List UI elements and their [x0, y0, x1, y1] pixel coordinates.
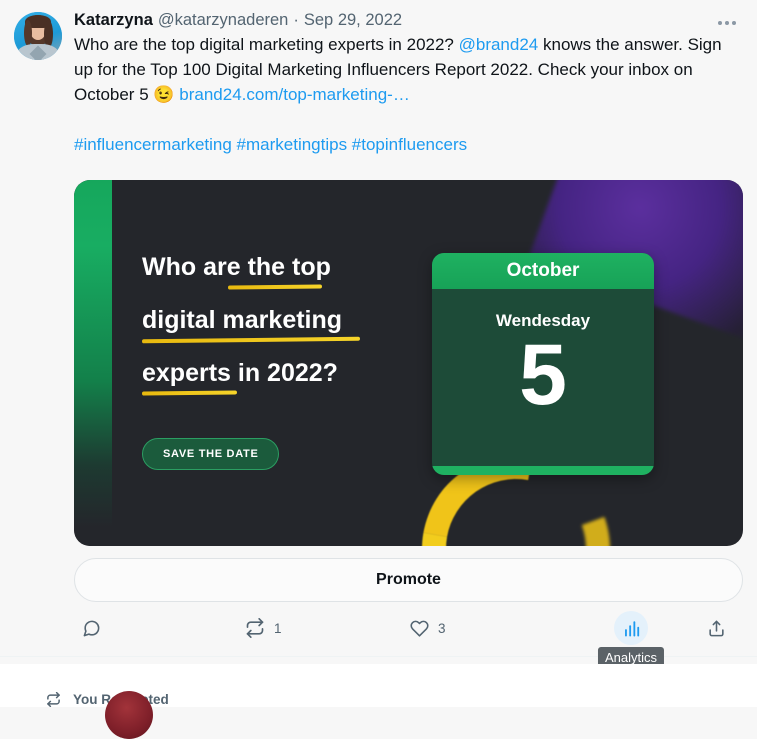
analytics-button[interactable]: Analytics — [566, 611, 696, 669]
heart-icon — [402, 611, 436, 645]
mention-link-brand24[interactable]: @brand24 — [459, 35, 539, 54]
headline-line-1: Who are the top — [142, 253, 331, 290]
like-button[interactable]: 3 — [402, 611, 566, 645]
calendar-day-number: 5 — [519, 327, 567, 423]
calendar-footer-bar — [432, 466, 654, 475]
calendar-month: October — [432, 253, 654, 289]
tweet-text: Who are the top digital marketing expert… — [74, 32, 743, 107]
promote-button[interactable]: Promote — [74, 558, 743, 602]
headline-line-3: experts in 2022? — [141, 359, 338, 396]
headline-underline-2 — [141, 336, 361, 344]
retweet-count: 1 — [274, 620, 282, 636]
tweet-header: Katarzyna @katarzynaderen · Sep 29, 2022 — [74, 10, 743, 31]
headline-line-3-text: experts in 2022? — [142, 359, 338, 387]
headline-line-1-text: Who are the top — [142, 253, 331, 281]
share-icon — [699, 611, 733, 645]
author-name[interactable]: Katarzyna — [74, 10, 153, 31]
headline-underline-3 — [141, 390, 238, 396]
headline-underline-1 — [227, 284, 323, 290]
dot-2 — [725, 21, 729, 25]
tweet-text-part-1: Who are the top digital marketing expert… — [74, 35, 459, 54]
retweet-small-icon — [46, 692, 61, 707]
reply-icon — [74, 611, 108, 645]
green-side-bar — [74, 180, 112, 546]
avatar[interactable] — [14, 12, 62, 60]
media-headline: Who are the top digital marketing expert… — [141, 253, 452, 414]
dot-3 — [732, 21, 736, 25]
retweet-button[interactable]: 1 — [238, 611, 402, 645]
retweet-icon — [238, 611, 272, 645]
headline-line-2: digital marketing — [141, 306, 361, 344]
next-tweet[interactable]: You Retweeted — [0, 683, 757, 739]
calendar-widget: October Wendesday 5 — [432, 253, 654, 475]
header-separator: · — [293, 11, 299, 29]
more-options-icon[interactable] — [711, 12, 743, 34]
tweet-row: Katarzyna @katarzynaderen · Sep 29, 2022… — [14, 10, 743, 669]
tweet-action-bar: 1 3 Analytics — [74, 604, 743, 669]
analytics-bars-icon — [614, 611, 648, 645]
headline-line-2-text: digital marketing — [142, 306, 343, 334]
reply-button[interactable] — [74, 611, 238, 645]
tweet-date[interactable]: Sep 29, 2022 — [304, 10, 402, 31]
tweet-media-card[interactable]: Who are the top digital marketing expert… — [74, 180, 743, 546]
like-count: 3 — [438, 620, 446, 636]
hashtag-list[interactable]: #influencermarketing #marketingtips #top… — [74, 132, 743, 157]
save-the-date-button[interactable]: SAVE THE DATE — [142, 438, 280, 470]
share-button[interactable] — [696, 611, 733, 645]
next-tweet-avatar[interactable] — [105, 691, 153, 739]
author-handle[interactable]: @katarzynaderen — [158, 10, 289, 31]
dot-1 — [718, 21, 722, 25]
external-link[interactable]: brand24.com/top-marketing-… — [179, 85, 410, 104]
avatar-hair-left — [24, 20, 32, 46]
tweet-article[interactable]: Katarzyna @katarzynaderen · Sep 29, 2022… — [0, 0, 757, 669]
winking-face-emoji: 😉 — [153, 85, 175, 104]
tweet-content-column: Katarzyna @katarzynaderen · Sep 29, 2022… — [62, 10, 743, 669]
